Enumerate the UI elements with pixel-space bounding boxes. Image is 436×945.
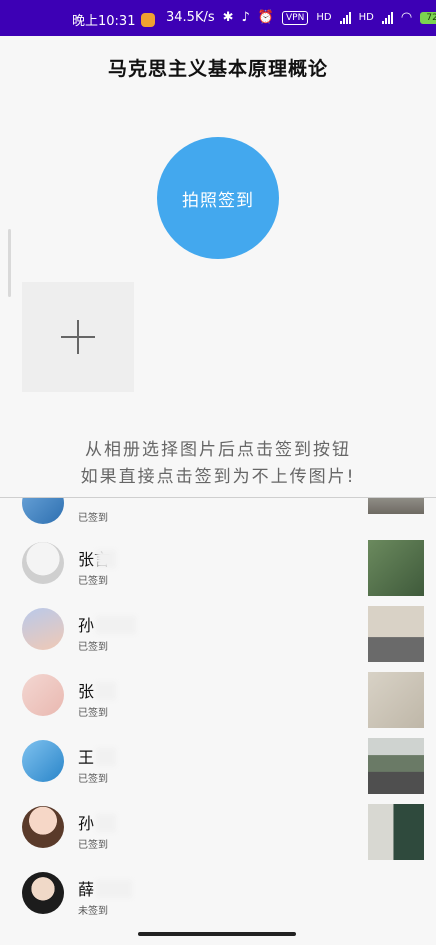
avatar	[22, 674, 64, 716]
sign-status: 未签到	[78, 906, 108, 917]
list-item[interactable]: 孙 已签到	[0, 606, 436, 670]
hd-label-1: HD	[316, 12, 332, 23]
list-item[interactable]: 张言 已签到	[0, 540, 436, 604]
status-left: 晚上10:31	[72, 10, 156, 29]
name-redaction	[96, 616, 136, 634]
sign-status: 已签到	[78, 708, 108, 719]
sign-status: 已签到	[78, 642, 108, 653]
sign-in-list[interactable]: 已签到 张言 已签到 孙 已签到 张 已签到 王 已签到 孙 已签到 薛 未签到	[0, 498, 436, 930]
bluetooth-icon: ✱	[222, 10, 234, 25]
avatar	[22, 542, 64, 584]
student-name: 薛	[78, 880, 95, 899]
home-indicator[interactable]	[138, 932, 296, 936]
alarm-icon: ⏰	[257, 10, 275, 25]
hd-label-2: HD	[358, 12, 374, 23]
list-item[interactable]: 张 已签到	[0, 672, 436, 736]
avatar	[22, 740, 64, 782]
sign-status: 已签到	[78, 774, 108, 785]
sign-photo[interactable]	[368, 498, 424, 514]
network-speed: 34.5K/s	[166, 10, 215, 25]
sign-status: 已签到	[78, 576, 108, 587]
name-redaction	[96, 550, 116, 568]
status-bar: 晚上10:31 34.5K/s ✱ ♪ ⏰ VPN HD HD ◠ 72 ⚡	[0, 0, 436, 36]
plus-icon	[61, 320, 95, 354]
avatar	[22, 872, 64, 914]
battery-icon: 72	[420, 11, 436, 24]
student-name: 王	[78, 748, 95, 767]
student-name: 孙	[78, 814, 95, 833]
list-item[interactable]: 王 已签到	[0, 738, 436, 802]
sign-photo[interactable]	[368, 738, 424, 794]
sign-status: 已签到	[78, 513, 108, 524]
student-name: 孙	[78, 616, 95, 635]
sign-status: 已签到	[78, 840, 108, 851]
list-item[interactable]: 孙 已签到	[0, 804, 436, 868]
screen: 晚上10:31 34.5K/s ✱ ♪ ⏰ VPN HD HD ◠ 72 ⚡ 马…	[0, 0, 436, 945]
page-title: 马克思主义基本原理概论	[107, 58, 328, 80]
photo-sign-in-button[interactable]: 拍照签到	[157, 137, 279, 259]
name-redaction	[96, 748, 116, 766]
vpn-badge: VPN	[282, 10, 309, 25]
hint-line-1: 从相册选择图片后点击签到按钮	[85, 440, 351, 460]
status-right: 34.5K/s ✱ ♪ ⏰ VPN HD HD ◠ 72 ⚡	[166, 10, 436, 25]
list-item[interactable]: 薛 未签到	[0, 870, 436, 930]
sign-photo[interactable]	[368, 672, 424, 728]
avatar	[22, 806, 64, 848]
list-item[interactable]: 已签到	[0, 498, 436, 546]
sign-photo[interactable]	[368, 606, 424, 662]
app-notification-icon	[141, 12, 156, 27]
signal-icon-1	[339, 11, 351, 24]
student-name: 张	[78, 682, 95, 701]
mute-icon: ♪	[241, 10, 250, 25]
hint-line-2: 如果直接点击签到为不上传图片!	[80, 467, 356, 487]
avatar	[22, 608, 64, 650]
name-redaction	[96, 814, 116, 832]
sign-photo[interactable]	[368, 804, 424, 860]
sign-photo[interactable]	[368, 540, 424, 596]
avatar	[22, 498, 64, 524]
signal-icon-2	[381, 11, 393, 24]
name-redaction	[96, 682, 116, 700]
wifi-icon: ◠	[400, 10, 413, 25]
status-time: 晚上10:31	[72, 14, 136, 29]
scroll-indicator	[8, 229, 11, 297]
name-redaction	[96, 880, 132, 898]
add-photo-button[interactable]	[22, 282, 134, 392]
